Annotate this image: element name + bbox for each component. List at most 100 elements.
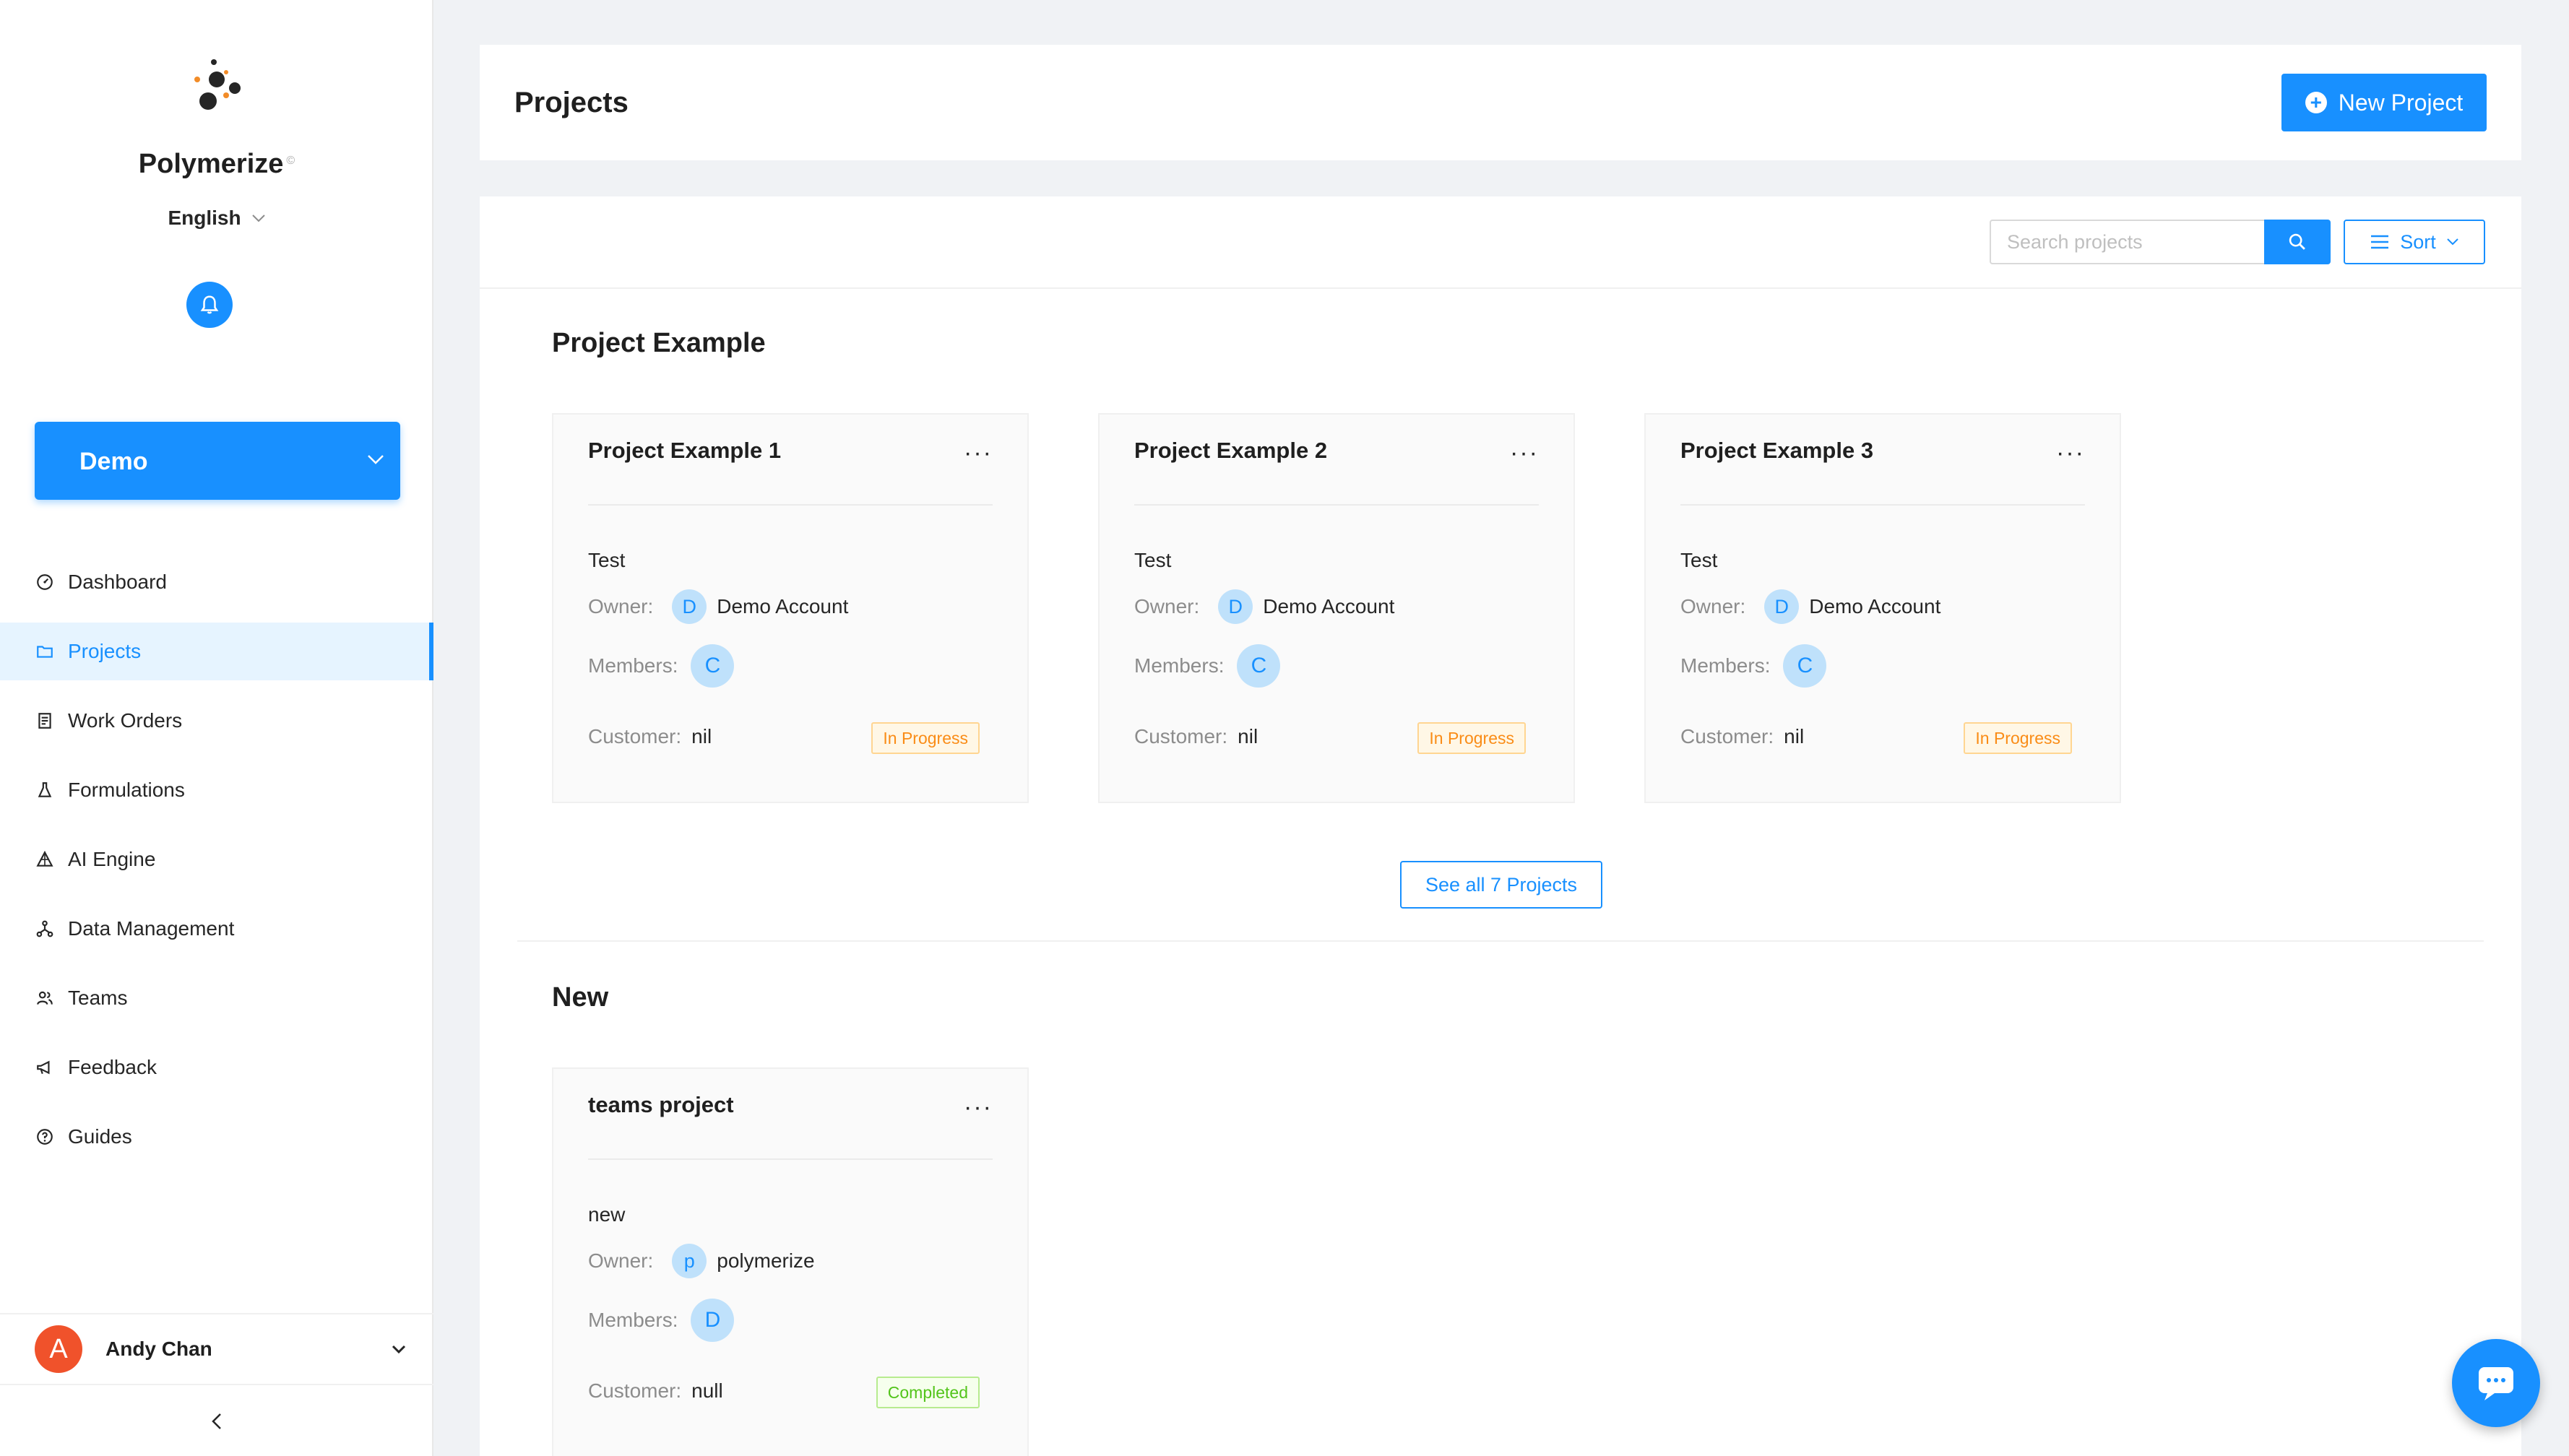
label-colon: : xyxy=(1218,654,1225,677)
sidebar: Polymerize © English Demo Dashboard Proje… xyxy=(0,0,433,1456)
sidebar-item-work-orders[interactable]: Work Orders xyxy=(0,692,433,750)
sidebar-item-data-management[interactable]: Data Management xyxy=(0,900,433,958)
sort-button[interactable]: Sort xyxy=(2344,220,2485,264)
members-row: Members: C xyxy=(1680,644,1827,688)
owner-name: Demo Account xyxy=(1263,595,1395,618)
label-colon: : xyxy=(647,1249,654,1272)
sidebar-item-label: Data Management xyxy=(68,917,235,940)
customer-label: Customer xyxy=(588,1379,676,1402)
customer-value: nil xyxy=(1238,725,1258,748)
label-colon: : xyxy=(672,1309,678,1331)
status-badge: In Progress xyxy=(1417,722,1526,754)
customer-value: null xyxy=(691,1379,723,1402)
label-colon: : xyxy=(672,654,678,677)
see-all-projects-button[interactable]: See all 7 Projects xyxy=(1400,861,1602,909)
page-header: Projects + New Project xyxy=(480,45,2521,160)
notifications-button[interactable] xyxy=(186,282,233,328)
project-card[interactable]: Project Example 3 ··· Test Owner: D Demo A… xyxy=(1644,413,2121,803)
owner-name: Demo Account xyxy=(717,595,849,618)
more-options-icon[interactable]: ··· xyxy=(1510,441,1539,465)
card-divider xyxy=(1680,504,2085,506)
sidebar-nav: Dashboard Projects Work Orders Formulati… xyxy=(0,553,433,1177)
owner-row: Owner: p polymerize xyxy=(588,1244,815,1278)
sidebar-item-label: Feedback xyxy=(68,1056,157,1078)
sort-label: Sort xyxy=(2400,230,2436,253)
owner-row: Owner: D Demo Account xyxy=(1134,589,1394,624)
plus-circle-icon: + xyxy=(2305,92,2327,113)
owner-label: Owner xyxy=(1680,595,1740,618)
new-project-button[interactable]: + New Project xyxy=(2281,74,2487,131)
app-root: Polymerize © English Demo Dashboard Proje… xyxy=(0,0,2569,1456)
more-options-icon[interactable]: ··· xyxy=(2056,441,2085,465)
label-colon: : xyxy=(1740,595,1746,618)
menu-lines-icon xyxy=(2371,235,2389,249)
project-card[interactable]: teams project ··· new Owner: p polymerize … xyxy=(552,1067,1029,1456)
sidebar-item-ai-engine[interactable]: AI Engine xyxy=(0,831,433,888)
more-options-icon[interactable]: ··· xyxy=(964,441,993,465)
member-avatar[interactable]: D xyxy=(691,1299,735,1342)
language-label: English xyxy=(168,207,241,229)
members-label: Members xyxy=(1134,654,1219,677)
megaphone-icon xyxy=(35,1057,55,1078)
status-badge: In Progress xyxy=(1964,722,2072,754)
members-row: Members: C xyxy=(588,644,735,688)
owner-avatar: p xyxy=(672,1244,707,1278)
user-avatar: A xyxy=(35,1325,82,1373)
owner-avatar: D xyxy=(1218,589,1253,624)
chevron-left-icon xyxy=(212,1413,221,1429)
project-card[interactable]: Project Example 2 ··· Test Owner: D Demo A… xyxy=(1098,413,1575,803)
sidebar-item-guides[interactable]: Guides xyxy=(0,1108,433,1166)
customer-label: Customer xyxy=(1134,725,1222,748)
owner-name: polymerize xyxy=(717,1249,815,1272)
member-avatar[interactable]: C xyxy=(691,644,735,688)
more-options-icon[interactable]: ··· xyxy=(964,1095,993,1119)
sidebar-item-label: Teams xyxy=(68,987,128,1009)
members-label: Members xyxy=(588,1309,673,1331)
workspace-selector[interactable]: Demo xyxy=(35,422,400,500)
user-name: Andy Chan xyxy=(105,1338,212,1360)
customer-row: Customer: nil xyxy=(588,725,712,748)
members-label: Members xyxy=(588,654,673,677)
search-input[interactable] xyxy=(1990,220,2264,264)
project-description: Test xyxy=(588,549,626,571)
section-title: Project Example xyxy=(552,328,766,358)
customer-label: Customer xyxy=(588,725,676,748)
sidebar-item-formulations[interactable]: Formulations xyxy=(0,761,433,819)
sidebar-item-feedback[interactable]: Feedback xyxy=(0,1039,433,1096)
card-divider xyxy=(588,1158,993,1160)
member-avatar[interactable]: C xyxy=(1783,644,1827,688)
member-avatar[interactable]: C xyxy=(1237,644,1281,688)
customer-row: Customer: null xyxy=(588,1379,723,1403)
sidebar-item-teams[interactable]: Teams xyxy=(0,969,433,1027)
search-button[interactable] xyxy=(2264,220,2331,264)
project-description: Test xyxy=(1134,549,1172,571)
sidebar-item-label: Projects xyxy=(68,640,142,662)
dashboard-icon xyxy=(35,572,55,592)
chat-widget-button[interactable] xyxy=(2452,1339,2540,1427)
help-circle-icon xyxy=(35,1127,55,1147)
owner-avatar: D xyxy=(1764,589,1800,624)
polymerize-logo-icon xyxy=(194,59,241,110)
owner-row: Owner: D Demo Account xyxy=(1680,589,1940,624)
sidebar-item-dashboard[interactable]: Dashboard xyxy=(0,553,433,611)
owner-name: Demo Account xyxy=(1809,595,1941,618)
sidebar-item-projects[interactable]: Projects xyxy=(0,623,433,680)
ai-engine-icon xyxy=(35,849,55,870)
user-menu[interactable]: A Andy Chan xyxy=(0,1313,433,1385)
brand-name: Polymerize © xyxy=(138,149,295,179)
new-project-label: New Project xyxy=(2338,89,2464,116)
flask-icon xyxy=(35,780,55,800)
chevron-down-icon xyxy=(251,211,266,228)
project-title: Project Example 3 xyxy=(1680,438,1874,463)
card-divider xyxy=(588,504,993,506)
label-colon: : xyxy=(1764,654,1771,677)
project-title: Project Example 1 xyxy=(588,438,782,463)
sidebar-item-label: AI Engine xyxy=(68,848,156,870)
teams-icon xyxy=(35,988,55,1008)
chat-bubble-icon xyxy=(2479,1367,2513,1400)
project-card[interactable]: Project Example 1 ··· Test Owner: D Demo A… xyxy=(552,413,1029,803)
collapse-sidebar-button[interactable] xyxy=(0,1387,433,1456)
language-selector[interactable]: English xyxy=(0,207,433,230)
status-badge: In Progress xyxy=(871,722,980,754)
page-title: Projects xyxy=(514,87,629,118)
